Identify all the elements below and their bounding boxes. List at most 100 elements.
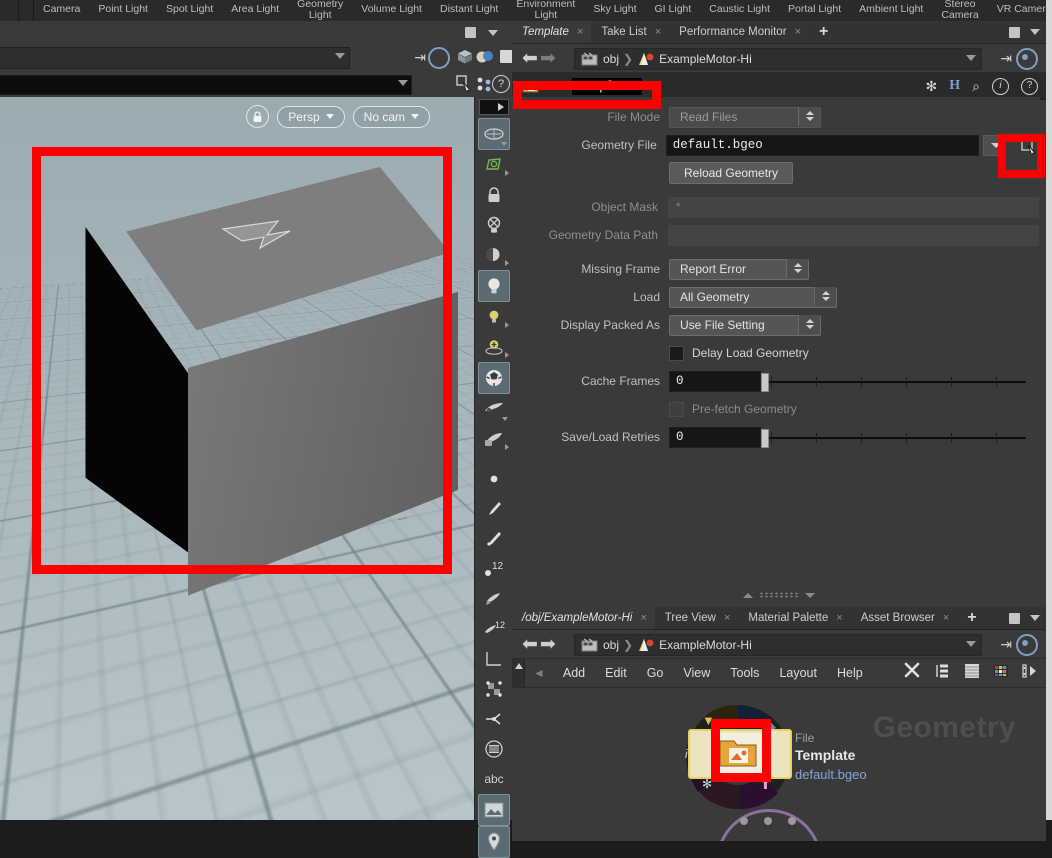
network-canvas[interactable]: Geometry ▼ ◆ i ✻ ⬆ File Template default… xyxy=(512,697,1040,841)
breadcrumb-obj[interactable]: obj xyxy=(603,638,619,652)
list-tree-icon[interactable] xyxy=(935,663,951,684)
pin-icon[interactable] xyxy=(478,826,510,858)
abc-icon[interactable]: abc xyxy=(478,764,510,794)
back-arrow-icon[interactable]: ⬅ xyxy=(522,49,538,68)
viewport-camera-menu[interactable]: No cam xyxy=(352,105,430,128)
target-icon[interactable] xyxy=(1016,48,1038,70)
object-mask-input[interactable]: * xyxy=(667,195,1040,219)
file-chooser-button[interactable] xyxy=(1018,135,1040,155)
menu-add[interactable]: Add xyxy=(553,666,595,680)
breadcrumb-node[interactable]: ExampleMotor-Hi xyxy=(659,638,752,652)
file-mode-menu[interactable]: Read Files xyxy=(669,106,821,128)
geometry-data-path-input[interactable] xyxy=(667,223,1040,247)
3d-viewport[interactable]: — Persp No cam xyxy=(0,97,474,820)
splitter-up-icon[interactable] xyxy=(743,592,753,598)
add-tab-button[interactable]: + xyxy=(957,607,984,629)
breadcrumb-node[interactable]: ExampleMotor-Hi xyxy=(659,52,752,66)
shelf-item-sky-light[interactable]: Sky Light xyxy=(584,4,645,15)
grid-points-icon[interactable] xyxy=(478,674,510,704)
save-load-retries-slider[interactable] xyxy=(761,428,1030,448)
search-icon[interactable]: ⌕ xyxy=(972,78,980,95)
number-12-icon[interactable]: 12 xyxy=(478,554,510,584)
cube-geometry[interactable]: — xyxy=(60,167,460,637)
maximize-pane-icon[interactable] xyxy=(1009,612,1020,624)
close-icon[interactable]: × xyxy=(795,26,801,38)
target-icon[interactable] xyxy=(428,47,450,69)
spinner-icon[interactable] xyxy=(798,106,820,126)
operator-name-field[interactable]: Template xyxy=(571,77,643,95)
spinner-icon[interactable] xyxy=(786,258,808,278)
pane-menu-icon[interactable] xyxy=(1030,29,1040,35)
missing-frame-menu[interactable]: Report Error xyxy=(669,258,809,280)
pin-icon[interactable]: ⇥ xyxy=(1000,636,1012,653)
pin-icon[interactable]: ⇥ xyxy=(1000,50,1012,67)
forward-arrow-icon[interactable]: ➡ xyxy=(540,635,556,654)
node-flag-dots[interactable] xyxy=(740,817,796,825)
shelf-item-ambient-light[interactable]: Ambient Light xyxy=(850,4,932,15)
close-icon[interactable]: × xyxy=(836,612,842,624)
pre-fetch-geometry-checkbox[interactable] xyxy=(669,401,684,417)
slider-handle[interactable] xyxy=(761,428,769,448)
shelf-item-spot-light[interactable]: Spot Light xyxy=(157,4,222,15)
delay-load-geometry-checkbox[interactable] xyxy=(669,345,684,361)
point-icon[interactable] xyxy=(478,464,510,494)
save-load-retries-input[interactable]: 0 xyxy=(669,426,761,448)
measure-icon[interactable] xyxy=(478,644,510,674)
shelf-item-portal-light[interactable]: Portal Light xyxy=(779,4,850,15)
network-scroll-up-button[interactable] xyxy=(512,659,525,687)
viewport-search-input[interactable] xyxy=(0,75,412,95)
help-icon[interactable]: ? xyxy=(1021,77,1038,95)
pane-splitter[interactable] xyxy=(512,589,1046,601)
maximize-pane-icon[interactable] xyxy=(1009,26,1020,38)
cache-frames-slider[interactable] xyxy=(761,372,1030,392)
menu-scroll-left-icon[interactable]: ◄ xyxy=(533,666,545,680)
splitter-grip[interactable] xyxy=(759,592,799,598)
close-icon[interactable]: × xyxy=(655,26,661,38)
material-icon[interactable] xyxy=(476,49,494,70)
display-geometry-icon[interactable] xyxy=(456,49,474,70)
layers-icon[interactable] xyxy=(964,663,980,684)
spinner-icon[interactable] xyxy=(798,314,820,334)
hand-12-icon[interactable]: 12 xyxy=(478,614,510,644)
shelf-item-gi-light[interactable]: GI Light xyxy=(646,4,701,15)
reload-geometry-button[interactable]: Reload Geometry xyxy=(669,162,794,184)
handle-tool-icon[interactable] xyxy=(478,150,510,180)
menu-tools[interactable]: Tools xyxy=(720,666,769,680)
splitter-down-icon[interactable] xyxy=(805,592,815,598)
help-icon[interactable]: ? xyxy=(492,75,510,93)
tab-take-list[interactable]: Take List × xyxy=(591,21,669,43)
parameter-path-field[interactable]: obj ❯ ExampleMotor-Hi xyxy=(574,48,982,70)
axis-icon[interactable] xyxy=(478,704,510,734)
add-tab-button[interactable]: + xyxy=(809,21,836,43)
soccer-sphere-icon[interactable] xyxy=(478,362,510,394)
paint-bucket-icon[interactable] xyxy=(478,424,510,454)
forward-arrow-icon[interactable]: ➡ xyxy=(540,49,556,68)
lock-icon[interactable] xyxy=(246,105,270,128)
load-menu[interactable]: All Geometry xyxy=(669,286,837,308)
shelf-toolbar[interactable]: Camera Point Light Spot Light Area Light Geo… xyxy=(0,0,1052,22)
tab-performance-monitor[interactable]: Performance Monitor × xyxy=(669,21,809,43)
shelf-item-distant-light[interactable]: Distant Light xyxy=(431,4,507,15)
chevron-down-icon[interactable] xyxy=(966,641,976,647)
shelf-item-caustic-light[interactable]: Caustic Light xyxy=(700,4,779,15)
lock-icon[interactable] xyxy=(478,180,510,210)
select-cursor-icon[interactable] xyxy=(456,75,472,97)
menu-view[interactable]: View xyxy=(673,666,720,680)
shelf-item-camera[interactable]: Camera xyxy=(34,4,89,15)
pane-menu-icon[interactable] xyxy=(1030,615,1040,621)
shelf-item-environment-light[interactable]: Environment Light xyxy=(507,0,584,21)
back-arrow-icon[interactable]: ⬅ xyxy=(522,635,538,654)
snapping-icon[interactable] xyxy=(476,76,492,97)
light-small-icon[interactable] xyxy=(478,302,510,332)
close-icon[interactable]: × xyxy=(724,612,730,624)
tools-icon[interactable] xyxy=(904,662,922,685)
target-icon[interactable] xyxy=(1016,634,1038,656)
tab-tree-view[interactable]: Tree View × xyxy=(655,607,739,629)
tab-material-palette[interactable]: Material Palette × xyxy=(738,607,850,629)
close-icon[interactable]: × xyxy=(943,612,949,624)
toolbar-collapse-button[interactable] xyxy=(479,99,509,115)
pin-icon[interactable]: ⇥ xyxy=(414,49,426,66)
pane-menu-icon[interactable] xyxy=(488,30,498,36)
geometry-file-history-dropdown[interactable] xyxy=(982,134,1007,156)
color-palette-icon[interactable] xyxy=(993,663,1009,684)
